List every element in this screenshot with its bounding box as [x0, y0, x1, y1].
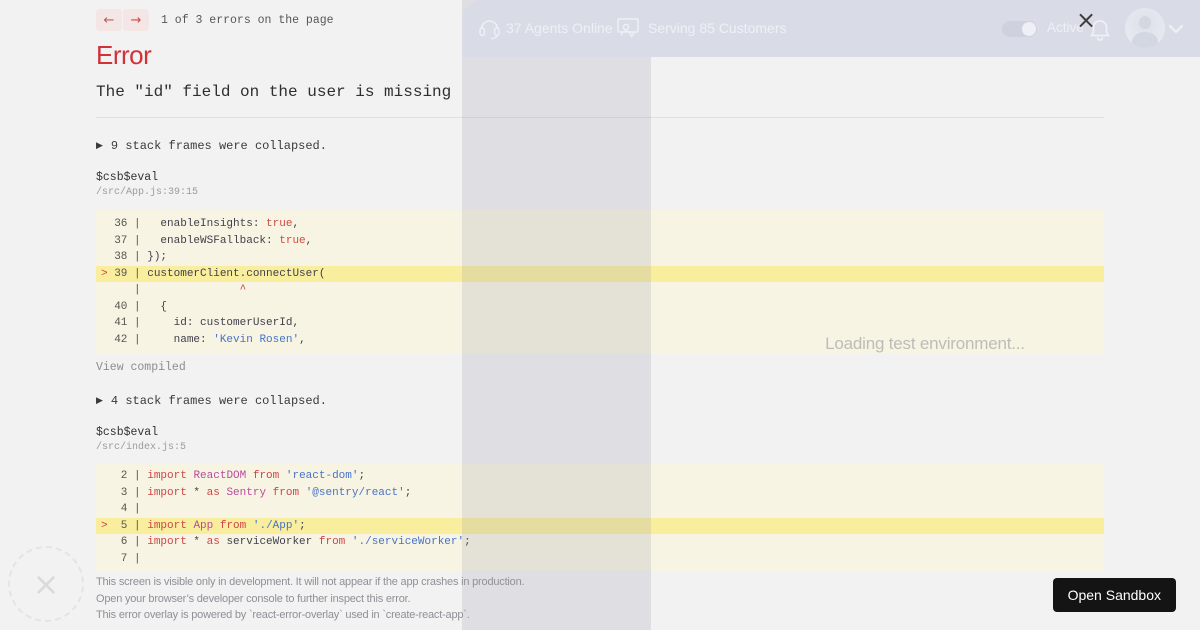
code-token: ; [358, 470, 366, 482]
code-token: 'react-dom' [285, 470, 359, 482]
code-token: * [186, 536, 207, 548]
collapsed-frames-toggle-1[interactable]: ▶ 9 stack frames were collapsed. [96, 139, 327, 153]
code-token: import [147, 486, 187, 499]
code-token: name: [147, 333, 214, 346]
app-background-panel [462, 0, 651, 630]
collapsed-frames-label: 4 stack frames were collapsed. [110, 394, 327, 408]
code-token: from [272, 486, 300, 499]
footer-line: This screen is visible only in developme… [96, 576, 525, 588]
code-token: as [206, 536, 220, 548]
avatar-silhouette [1139, 16, 1151, 29]
code-token: }); [147, 251, 168, 263]
overlay-footer: This screen is visible only in developme… [96, 574, 525, 624]
code-token: ; [299, 519, 306, 532]
previous-error-button[interactable]: ← [96, 9, 122, 31]
expand-triangle-icon: ▶ [96, 396, 103, 406]
close-icon[interactable]: × [1076, 8, 1096, 32]
code-token: from [252, 470, 280, 482]
footer-line: This error overlay is powered by `react-… [96, 609, 470, 622]
code-token: import [147, 536, 187, 548]
view-compiled-link[interactable]: View compiled [96, 361, 186, 374]
error-nav: ← → 1 of 3 errors on the page [96, 9, 334, 31]
code-token: App [193, 519, 214, 532]
code-token: ; [404, 486, 412, 499]
code-token: , [305, 234, 313, 247]
arrow-right-icon: → [130, 12, 142, 28]
serving-customers-label: Serving 85 Customers [648, 20, 787, 36]
code-token: , [292, 218, 300, 230]
dismiss-circle-button[interactable]: × [8, 546, 84, 622]
code-token: 'Kevin Rosen' [213, 333, 300, 346]
error-overlay-screen: ← → 1 of 3 errors on the page × Error Th… [0, 0, 1200, 630]
customers-icon [617, 18, 639, 38]
code-token: { [147, 300, 168, 313]
code-token: '@sentry/react' [305, 486, 405, 499]
error-counter: 1 of 3 errors on the page [161, 13, 334, 27]
code-token: './serviceWorker' [351, 536, 465, 548]
stack-frame-location: /src/index.js:5 [96, 442, 187, 453]
code-token: enableInsights: [147, 218, 267, 230]
code-token: './App' [252, 519, 300, 532]
toggle-knob [1022, 22, 1036, 36]
code-token: Sentry [226, 486, 267, 499]
stack-frame-location: /src/App.js:39:15 [96, 187, 199, 198]
code-token: * [186, 486, 207, 499]
code-token: ReactDOM [193, 470, 247, 482]
code-token: import [147, 519, 187, 532]
collapsed-frames-label: 9 stack frames were collapsed. [110, 139, 327, 153]
code-token: as [206, 486, 220, 499]
code-token: , [299, 333, 306, 346]
stack-frame-function: $csb$eval [96, 426, 159, 439]
avatar[interactable] [1125, 8, 1165, 48]
code-token: import [147, 470, 187, 482]
headset-icon [479, 20, 500, 40]
code-token: enableWSFallback: [147, 234, 280, 247]
expand-triangle-icon: ▶ [96, 141, 103, 151]
code-token: true [279, 234, 306, 247]
stack-frame-function: $csb$eval [96, 171, 159, 184]
next-error-button[interactable]: → [123, 9, 149, 31]
code-token: from [219, 519, 247, 532]
footer-line: Open your browser’s developer console to… [96, 592, 411, 605]
code-token: true [266, 218, 293, 230]
error-message: The "id" field on the user is missing [96, 83, 452, 101]
agents-online-label: 37 Agents Online [506, 20, 613, 36]
code-token: from [318, 536, 346, 548]
arrow-left-icon: ← [103, 12, 115, 28]
open-sandbox-button[interactable]: Open Sandbox [1052, 578, 1176, 612]
code-token: ^ [239, 284, 247, 296]
code-token: customerClient.connectUser( [147, 267, 326, 280]
error-title: Error [96, 40, 152, 70]
loading-status-text: Loading test environment... [825, 334, 1025, 353]
collapsed-frames-toggle-2[interactable]: ▶ 4 stack frames were collapsed. [96, 394, 327, 408]
close-icon: × [32, 565, 60, 603]
code-token: id: customerUserId, [147, 317, 300, 329]
code-token: serviceWorker [219, 536, 319, 548]
avatar-silhouette [1132, 32, 1158, 48]
active-toggle[interactable] [1002, 21, 1037, 37]
chevron-down-icon[interactable] [1168, 24, 1184, 34]
